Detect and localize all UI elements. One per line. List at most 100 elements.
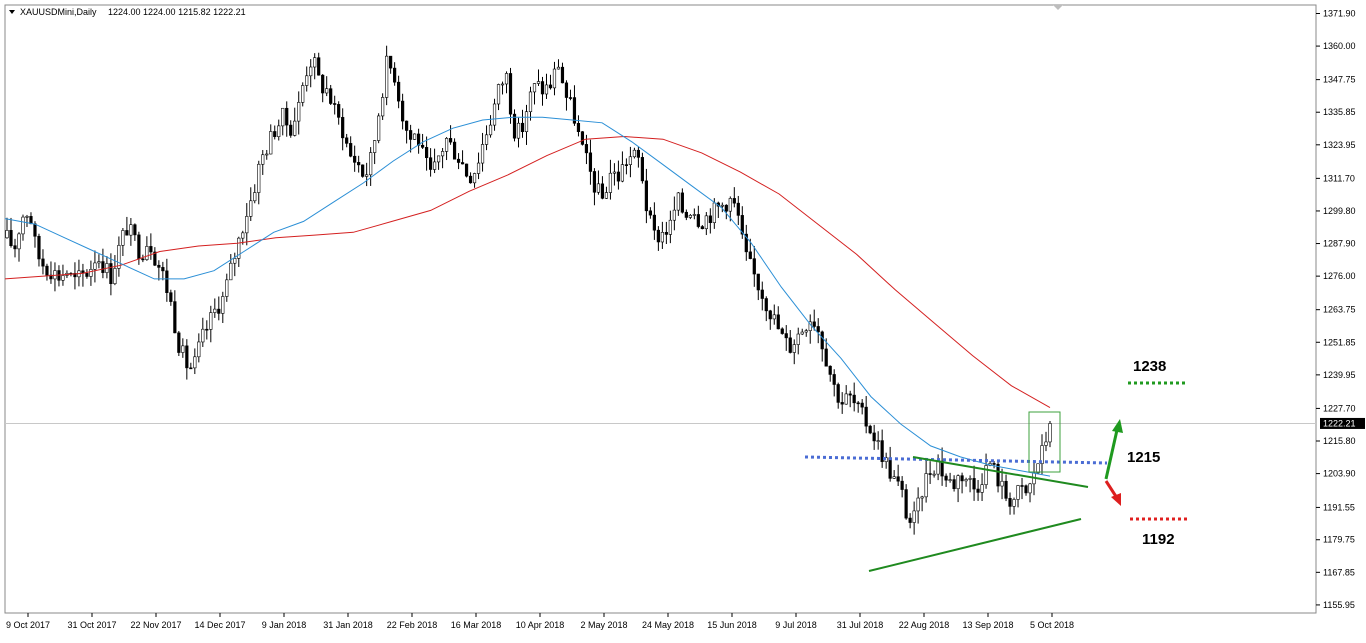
candle-body (448, 138, 453, 143)
candle-body (712, 202, 716, 223)
candle-body (896, 476, 900, 482)
candle-body (301, 85, 305, 103)
plot-frame (4, 4, 1317, 614)
candle-body (824, 348, 828, 367)
y-axis-ticks: 1371.90 1360.00 1347.75 1335.85 1323.95 1311.… (1316, 8, 1356, 610)
candle-body (133, 224, 137, 236)
candle-body (261, 154, 265, 165)
candle-body (692, 214, 696, 216)
candle-body (804, 330, 808, 333)
candle-body (932, 473, 936, 476)
candle-body (524, 111, 529, 133)
candle-body (572, 97, 577, 124)
candle-body (432, 161, 437, 170)
candle-body (760, 289, 764, 299)
candle-body (520, 122, 525, 133)
candle-body (1044, 441, 1048, 446)
candle-body (608, 172, 613, 193)
candle-body (728, 198, 732, 212)
y-tick-label: 1167.85 (1323, 567, 1355, 577)
candle-body (225, 279, 229, 297)
candle-body (916, 497, 920, 512)
candle-body (21, 216, 25, 235)
candle-body (161, 267, 165, 272)
candle-body (29, 216, 33, 225)
candle-body (193, 356, 197, 369)
y-tick-label: 1287.90 (1323, 239, 1356, 249)
candle-body (992, 463, 996, 465)
price-chart[interactable]: XAUUSDMini,Daily 1224.00 1224.00 1215.82… (0, 0, 1366, 638)
candle-body (321, 74, 325, 94)
candle-body (644, 180, 648, 212)
candle-body (365, 174, 369, 177)
candle (580, 131, 585, 146)
candle (177, 330, 181, 357)
candle-body (41, 258, 45, 267)
candle-body (732, 198, 736, 204)
candle-body (632, 149, 636, 158)
candle-body (409, 130, 413, 140)
candle-body (892, 476, 896, 479)
candle-body (864, 406, 868, 427)
candle-body (13, 245, 17, 250)
candle-body (656, 229, 660, 243)
y-tick-label: 1299.80 (1323, 206, 1356, 216)
candle (904, 484, 908, 520)
candle-body (456, 158, 461, 163)
candle-body (53, 270, 57, 280)
chart-area[interactable]: XAUUSDMini,Daily 1224.00 1224.00 1215.82… (0, 0, 1366, 638)
candle-body (61, 275, 65, 281)
candle-body (980, 484, 984, 493)
x-tick-label: 13 Sep 2018 (962, 620, 1013, 630)
candle-body (624, 164, 629, 166)
candle-body (89, 269, 93, 277)
candle-body (325, 88, 329, 94)
candle-body (1028, 483, 1032, 494)
candle-body (736, 202, 740, 216)
candle-body (876, 440, 880, 442)
candle-body (628, 156, 633, 165)
x-tick-label: 22 Nov 2017 (130, 620, 181, 630)
candle-body (828, 365, 832, 375)
candle-body (696, 214, 700, 227)
y-tick-label: 1263.75 (1323, 305, 1356, 315)
candle-body (620, 164, 625, 182)
x-tick-label: 14 Dec 2017 (194, 620, 245, 630)
candle-body (265, 153, 269, 156)
candle-body (652, 214, 656, 231)
candle-body (217, 308, 221, 314)
candle-body (333, 103, 337, 105)
candle-body (440, 151, 445, 157)
candle-body (984, 465, 988, 485)
x-tick-label: 5 Oct 2018 (1030, 620, 1074, 630)
candle-body (672, 209, 676, 221)
candle-body (424, 147, 429, 159)
candle (381, 93, 385, 121)
candle-body (353, 155, 357, 163)
candle-body (436, 155, 441, 163)
candle-body (117, 245, 121, 269)
candle-body (956, 475, 960, 490)
candle-body (836, 384, 840, 403)
candle-body (600, 183, 605, 199)
candle-body (297, 102, 301, 122)
candle-body (664, 232, 668, 235)
candle-body (832, 374, 836, 385)
candle-body (1024, 485, 1028, 494)
candle (377, 113, 381, 144)
candle-body (397, 81, 401, 102)
candle-body (800, 331, 804, 335)
candle-body (401, 100, 405, 122)
candle-body (33, 223, 37, 237)
candle-body (285, 107, 289, 126)
candle-body (305, 75, 309, 86)
y-tick-label: 1239.95 (1323, 370, 1356, 380)
candle-body (904, 489, 908, 519)
candle-body (377, 115, 381, 141)
candle-body (688, 215, 692, 218)
candle-body (812, 321, 816, 327)
candle-body (205, 328, 209, 331)
candle-body (544, 84, 549, 95)
candle-body (145, 246, 149, 260)
candle-body (93, 262, 97, 270)
